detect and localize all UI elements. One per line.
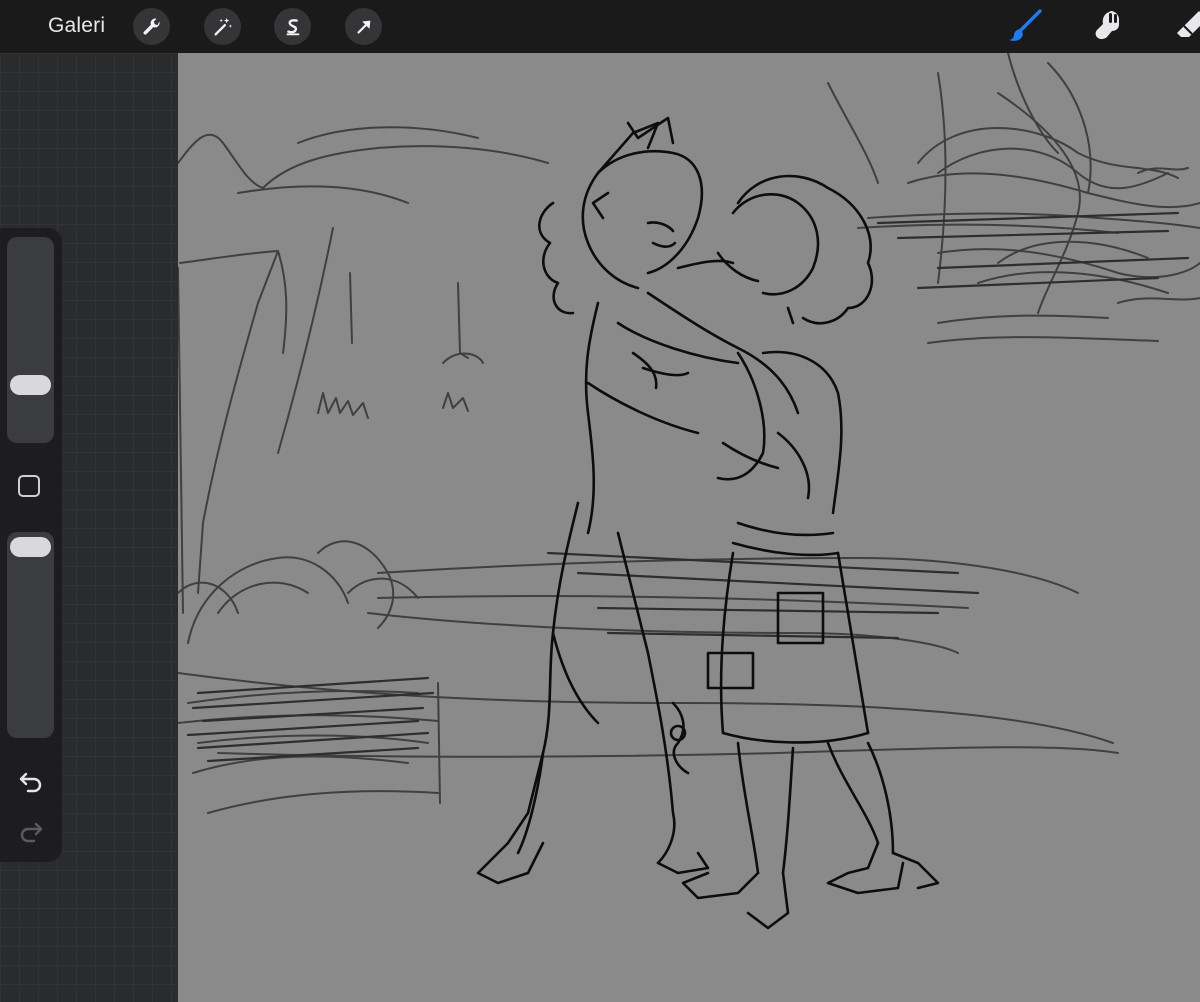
transform-button[interactable]: [345, 8, 382, 45]
magic-wand-icon: [213, 17, 232, 36]
procreate-app: Galeri: [0, 0, 1200, 1002]
brush-size-thumb[interactable]: [10, 375, 51, 395]
characters-lineart: [476, 116, 940, 930]
transform-arrow-icon: [356, 20, 370, 34]
ground-scribble: [186, 211, 1190, 763]
brush-size-slider[interactable]: [7, 237, 54, 443]
selection-button[interactable]: [274, 8, 311, 45]
opacity-thumb[interactable]: [10, 537, 51, 557]
undo-icon[interactable]: [17, 766, 45, 794]
actions-button[interactable]: [133, 8, 170, 45]
eraser-tool-button[interactable]: [1170, 6, 1200, 46]
top-toolbar: Galeri: [0, 0, 1200, 53]
opacity-slider[interactable]: [7, 532, 54, 738]
gallery-button[interactable]: Galeri: [48, 14, 105, 38]
drawing-canvas[interactable]: [178, 53, 1200, 1002]
brush-icon: [1009, 9, 1042, 41]
wrench-icon: [143, 18, 160, 35]
modify-button[interactable]: [18, 475, 40, 497]
smudge-icon: [1095, 11, 1119, 40]
redo-icon[interactable]: [17, 816, 45, 844]
adjustments-button[interactable]: [204, 8, 241, 45]
eraser-icon: [1177, 11, 1200, 37]
brush-tool-button[interactable]: [1005, 6, 1045, 46]
smudge-tool-button[interactable]: [1088, 6, 1128, 46]
sidebar: [0, 228, 62, 862]
selection-s-icon: [286, 18, 299, 35]
sketch-artwork: [178, 53, 1200, 930]
